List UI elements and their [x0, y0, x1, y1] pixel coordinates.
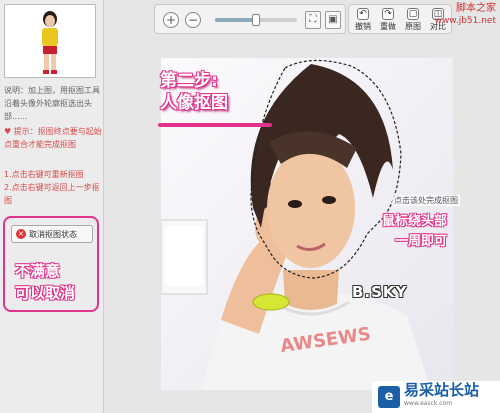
- cancel-highlight-box: × 取消抠图状态 不满意 可以取消: [3, 216, 99, 312]
- zoom-out-icon[interactable]: −: [185, 12, 201, 28]
- cancel-button-label: 取消抠图状态: [29, 229, 77, 239]
- actual-size-icon[interactable]: ▣: [325, 11, 341, 29]
- mouse-note-line1: 鼠标绕头部: [382, 214, 448, 229]
- original-label: 原图: [405, 22, 421, 31]
- zoom-slider-handle[interactable]: [252, 14, 260, 26]
- avatar-figure-icon: [42, 11, 58, 74]
- close-icon: ×: [16, 229, 26, 239]
- cancel-note-line1: 不满意: [15, 262, 61, 280]
- site-url: www.easck.com: [404, 400, 453, 407]
- hint-text: ♥ 提示：抠图终点要与起始点重合才能完成抠图: [4, 125, 102, 151]
- step-item-1: 1.点击右键可重新抠图: [4, 170, 84, 179]
- site-watermark: 脚本之家 www.jb51.net: [435, 2, 496, 28]
- original-button[interactable]: ▢ 原图: [401, 7, 425, 33]
- zoom-slider-fill: [215, 18, 256, 22]
- heart-icon: ♥: [4, 127, 14, 136]
- thumbnail-preview[interactable]: [4, 4, 96, 78]
- finish-tip: 点击该处完成抠图: [392, 195, 460, 206]
- watermark-url: www.jb51.net: [434, 16, 496, 26]
- step-line1: 第二步:: [160, 71, 218, 91]
- cancel-cutout-button[interactable]: × 取消抠图状态: [11, 225, 93, 243]
- undo-label: 撤销: [355, 22, 371, 31]
- shirt-text-overlay: B.SKY: [352, 283, 408, 301]
- step-line2: 人像抠图: [160, 93, 228, 113]
- undo-icon: ↶: [357, 8, 369, 20]
- left-panel: 说明：加上图，用抠图工具沿着头像外轮廓抠选出头部...... ♥ 提示：抠图终点…: [0, 0, 104, 413]
- mouse-annotation: 鼠标绕头部 一周即可: [382, 212, 447, 252]
- hint-label: 提示：抠图终点要与起始点重合才能完成抠图: [4, 127, 102, 149]
- zoom-group: + − ⛶ ▣: [154, 4, 346, 34]
- redo-button[interactable]: ↷ 重做: [376, 7, 400, 33]
- mouse-note-line2: 一周即可: [395, 234, 448, 249]
- steps-list: 1.点击右键可重新抠图 2.点击右键可返回上一步抠图: [4, 168, 102, 207]
- instruction-text: 说明：加上图，用抠图工具沿着头像外轮廓抠选出头部......: [4, 86, 100, 121]
- step-item-2: 2.点击右键可返回上一步抠图: [4, 183, 100, 205]
- cancel-note-line2: 可以取消: [15, 284, 76, 302]
- original-icon: ▢: [407, 8, 419, 20]
- site-logo-icon: e: [378, 386, 400, 408]
- step-underline-divider: [158, 123, 272, 127]
- site-name: 易采站长站: [404, 381, 480, 399]
- fit-icon[interactable]: ⛶: [305, 11, 321, 29]
- footer-logo[interactable]: e 易采站长站 www.easck.com: [372, 381, 500, 413]
- step-annotation: 第二步: 人像抠图: [160, 70, 228, 114]
- cancel-annotation: 不满意 可以取消: [15, 260, 75, 304]
- redo-label: 重做: [380, 22, 396, 31]
- zoom-in-icon[interactable]: +: [163, 12, 179, 28]
- watermark-title: 脚本之家: [456, 3, 496, 14]
- zoom-slider[interactable]: [215, 14, 297, 26]
- undo-button[interactable]: ↶ 撤销: [351, 7, 375, 33]
- redo-icon: ↷: [382, 8, 394, 20]
